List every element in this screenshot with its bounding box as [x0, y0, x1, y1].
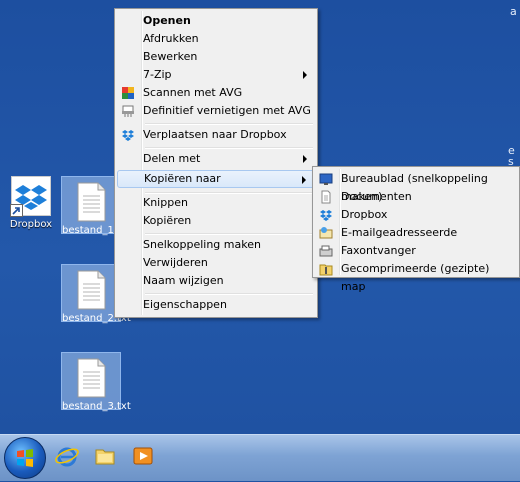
start-button[interactable] [4, 437, 46, 479]
folder-icon [95, 449, 115, 465]
desktop-icon-label: bestand_2.txt [62, 313, 131, 324]
menu-item-label: 7-Zip [143, 68, 172, 81]
submenu-kopieren-naar: Bureaublad (snelkoppeling maken) Documen… [312, 166, 520, 293]
menu-item-label: Kopiëren [143, 214, 192, 227]
menu-separator [145, 293, 313, 295]
windows-logo-icon [17, 449, 33, 467]
submenu-arrow-icon [303, 71, 307, 79]
text-file-icon [74, 358, 108, 398]
menu-item-label: Naam wijzigen [143, 274, 224, 287]
dropbox-icon [121, 128, 135, 142]
shredder-icon [121, 104, 135, 118]
menu-separator [145, 147, 313, 149]
menu-item-label: Snelkoppeling maken [143, 238, 261, 251]
submenu-item-fax[interactable]: Faxontvanger [315, 242, 517, 260]
documents-icon [319, 190, 333, 204]
desktop-icon-label: bestand_1.txt [62, 225, 131, 236]
avg-scan-icon [121, 86, 135, 100]
submenu-item-zip[interactable]: Gecomprimeerde (gezipte) map [315, 260, 517, 293]
taskbar-internet-explorer[interactable] [52, 441, 82, 471]
context-menu: Openen Afdrukken Bewerken 7-Zip Scannen … [114, 8, 318, 318]
submenu-item-dropbox[interactable]: Dropbox [315, 206, 517, 224]
text-file-icon [74, 182, 108, 222]
taskbar-explorer[interactable] [90, 441, 120, 471]
menu-item-label: Verplaatsen naar Dropbox [143, 128, 287, 141]
desktop-icon [319, 172, 333, 186]
media-player-icon [133, 447, 153, 465]
mail-recipient-icon [319, 226, 333, 240]
menu-item-label: Scannen met AVG [143, 86, 243, 99]
menu-item-label: Eigenschappen [143, 298, 227, 311]
menu-separator [145, 123, 313, 125]
shortcut-arrow-icon [10, 204, 23, 217]
menu-item-label: E-mailgeadresseerde [341, 226, 458, 239]
menu-item-knippen[interactable]: Knippen [117, 194, 315, 212]
menu-item-openen[interactable]: Openen [117, 12, 315, 30]
menu-item-label: Delen met [143, 152, 201, 165]
menu-item-label: Definitief vernietigen met AVG [143, 104, 311, 117]
desktop-icon-bestand-3[interactable]: bestand_3.txt [61, 352, 131, 412]
submenu-arrow-icon [303, 155, 307, 163]
menu-item-scannen-avg[interactable]: Scannen met AVG [117, 84, 315, 102]
menu-item-kopieren-naar[interactable]: Kopiëren naar [117, 170, 315, 188]
menu-separator [145, 233, 313, 235]
menu-item-label: Documenten [341, 190, 412, 203]
menu-item-label: Verwijderen [143, 256, 208, 269]
menu-item-label: Kopiëren naar [144, 172, 221, 185]
menu-item-label: Bewerken [143, 50, 198, 63]
menu-item-label: Dropbox [341, 208, 388, 221]
menu-item-verplaatsen-dropbox[interactable]: Verplaatsen naar Dropbox [117, 126, 315, 144]
menu-item-eigenschappen[interactable]: Eigenschappen [117, 296, 315, 314]
dropbox-icon [319, 208, 333, 222]
taskbar [0, 434, 520, 481]
desktop-icon-dropbox[interactable]: Dropbox [2, 176, 60, 230]
menu-item-snelkoppeling-maken[interactable]: Snelkoppeling maken [117, 236, 315, 254]
desktop-edge-text-3: a [510, 5, 517, 18]
menu-item-label: Openen [143, 14, 191, 27]
taskbar-media-player[interactable] [128, 441, 158, 471]
menu-item-kopieren[interactable]: Kopiëren [117, 212, 315, 230]
submenu-item-bureaublad[interactable]: Bureaublad (snelkoppeling maken) [315, 170, 517, 203]
menu-item-afdrukken[interactable]: Afdrukken [117, 30, 315, 48]
menu-item-verwijderen[interactable]: Verwijderen [117, 254, 315, 272]
desktop-icon-bestand-1[interactable]: bestand_1.txt [61, 176, 131, 236]
text-file-icon [74, 270, 108, 310]
fax-icon [319, 244, 333, 258]
menu-item-7zip[interactable]: 7-Zip [117, 66, 315, 84]
menu-item-delen-met[interactable]: Delen met [117, 150, 315, 168]
menu-item-label: Knippen [143, 196, 188, 209]
internet-explorer-icon [55, 447, 79, 467]
menu-item-bewerken[interactable]: Bewerken [117, 48, 315, 66]
submenu-item-documenten[interactable]: Documenten [315, 188, 517, 206]
zip-folder-icon [319, 262, 333, 276]
desktop-icon-bestand-2[interactable]: bestand_2.txt [61, 264, 131, 324]
menu-item-naam-wijzigen[interactable]: Naam wijzigen [117, 272, 315, 290]
submenu-arrow-icon [302, 176, 306, 184]
dropbox-icon [10, 176, 51, 217]
desktop-icon-label: Dropbox [9, 219, 53, 230]
menu-item-vernietigen-avg[interactable]: Definitief vernietigen met AVG [117, 102, 315, 120]
desktop-icon-label: bestand_3.txt [62, 401, 131, 412]
submenu-item-email[interactable]: E-mailgeadresseerde [315, 224, 517, 242]
menu-item-label: Faxontvanger [341, 244, 416, 257]
menu-item-label: Afdrukken [143, 32, 199, 45]
